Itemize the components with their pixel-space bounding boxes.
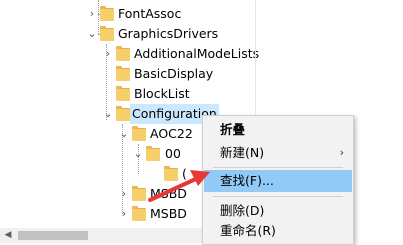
folder-open-icon	[146, 146, 160, 161]
tree-item-basicdisplay[interactable]: BasicDisplay	[0, 64, 255, 84]
menu-item-new[interactable]: 新建(N) ›	[204, 142, 352, 164]
chevron-right-icon[interactable]: ›	[102, 44, 114, 64]
menu-separator	[213, 196, 343, 197]
folder-open-icon	[116, 106, 130, 121]
folder-icon	[164, 166, 178, 181]
chevron-right-icon[interactable]: ›	[118, 204, 130, 224]
folder-icon	[100, 6, 114, 21]
tree-item-additionalmodelists[interactable]: › AdditionalModeLists	[0, 44, 259, 64]
folder-icon	[116, 46, 130, 61]
menu-item-collapse[interactable]: 折叠	[204, 119, 352, 141]
chevron-down-icon[interactable]: ⌄	[118, 124, 130, 144]
tree-item-graphicsdrivers[interactable]: ⌄ GraphicsDrivers	[0, 24, 255, 44]
menu-item-delete[interactable]: 删除(D)	[204, 200, 352, 222]
scrollbar-thumb[interactable]	[18, 231, 88, 240]
folder-open-icon	[100, 26, 114, 41]
folder-icon	[116, 86, 130, 101]
chevron-right-icon[interactable]: ›	[86, 4, 98, 24]
scroll-left-icon[interactable]: ◀	[2, 228, 14, 243]
chevron-right-icon: ›	[339, 146, 344, 159]
context-menu: 折叠 新建(N) › 查找(F)... 删除(D) 重命名(R)	[202, 115, 354, 245]
menu-item-find[interactable]: 查找(F)...	[204, 170, 352, 192]
menu-separator	[213, 167, 343, 168]
chevron-down-icon[interactable]: ⌄	[102, 104, 114, 124]
folder-open-icon	[132, 126, 146, 141]
chevron-down-icon[interactable]: ⌄	[86, 24, 98, 44]
chevron-down-icon[interactable]: ⌄	[132, 144, 144, 164]
chevron-right-icon[interactable]: ›	[118, 184, 130, 204]
menu-item-rename[interactable]: 重命名(R)	[204, 220, 352, 242]
tree-item-blocklist[interactable]: BlockList	[0, 84, 255, 104]
tree-item-fontassoc[interactable]: › FontAssoc	[0, 4, 255, 24]
folder-icon	[132, 186, 146, 201]
folder-icon	[132, 206, 146, 221]
folder-icon	[116, 66, 130, 81]
